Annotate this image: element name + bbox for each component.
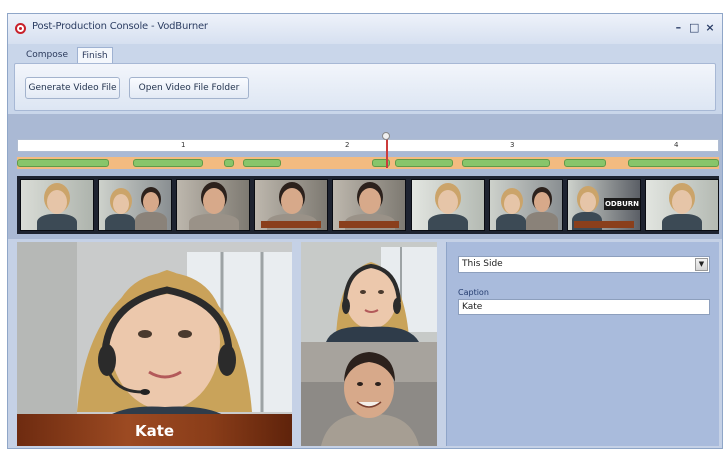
timeline-segment[interactable]: [462, 159, 550, 167]
thumbnail-man[interactable]: [254, 179, 328, 231]
ruler-mark: 4: [674, 141, 679, 149]
title-bar: Post-Production Console - VodBurner – □ …: [8, 14, 722, 44]
split-video-preview[interactable]: [301, 242, 437, 446]
thumbnail-both-branded[interactable]: ODBURN: [567, 179, 641, 231]
timeline-segments[interactable]: [17, 157, 719, 169]
timeline-segment[interactable]: [17, 159, 109, 167]
thumbnail-both[interactable]: [489, 179, 563, 231]
caption-text: Kate: [134, 422, 175, 440]
timeline-segment[interactable]: [395, 159, 453, 167]
caption-settings-panel: This Side ▼ Caption Kate: [446, 242, 719, 446]
chevron-down-icon[interactable]: ▼: [695, 258, 708, 271]
caption-field[interactable]: Kate: [458, 299, 710, 315]
timeline-segment[interactable]: [243, 159, 281, 167]
split-screen-video: [301, 242, 437, 446]
ruler-mark: 1: [181, 141, 186, 149]
tab-compose[interactable]: Compose: [22, 47, 72, 63]
timeline-segment[interactable]: [628, 159, 719, 167]
main-video-preview[interactable]: Kate: [17, 242, 292, 446]
playhead-handle[interactable]: [382, 132, 390, 140]
window-title: Post-Production Console - VodBurner: [32, 21, 208, 32]
layout-select-value: This Side: [462, 259, 503, 269]
caption-band: [339, 221, 399, 228]
timeline-segment[interactable]: [133, 159, 203, 167]
app-window: Post-Production Console - VodBurner – □ …: [7, 13, 723, 449]
generate-video-file-button[interactable]: Generate Video File: [25, 77, 120, 99]
caption-band: [261, 221, 321, 228]
timeline-ruler[interactable]: 1 2 3 4: [17, 139, 719, 152]
maximize-icon[interactable]: □: [688, 21, 700, 34]
ribbon-panel: Generate Video File Open Video File Fold…: [14, 63, 716, 111]
caption-banner: Kate: [17, 414, 292, 446]
thumbnail-man[interactable]: [332, 179, 406, 231]
timeline-segment[interactable]: [564, 159, 606, 167]
layout-select[interactable]: This Side ▼: [458, 256, 710, 273]
app-logo-icon: [15, 23, 26, 34]
ruler-mark: 3: [510, 141, 515, 149]
thumbnail-woman[interactable]: [20, 179, 94, 231]
tab-finish[interactable]: Finish: [77, 47, 113, 64]
close-icon[interactable]: ×: [704, 21, 716, 34]
thumbnail-man[interactable]: [176, 179, 250, 231]
minimize-icon[interactable]: –: [672, 21, 684, 34]
ruler-mark: 2: [345, 141, 350, 149]
timeline-segment[interactable]: [224, 159, 234, 167]
caption-band: [574, 221, 634, 228]
caption-label: Caption: [458, 288, 489, 297]
thumbnail-both[interactable]: [98, 179, 172, 231]
thumbnail-woman[interactable]: [645, 179, 719, 231]
open-video-file-folder-button[interactable]: Open Video File Folder: [129, 77, 249, 99]
thumbnail-woman[interactable]: [411, 179, 485, 231]
filmstrip: ODBURN: [17, 176, 719, 234]
overlay-logo: ODBURN: [604, 198, 640, 210]
window-controls: – □ ×: [672, 21, 716, 34]
